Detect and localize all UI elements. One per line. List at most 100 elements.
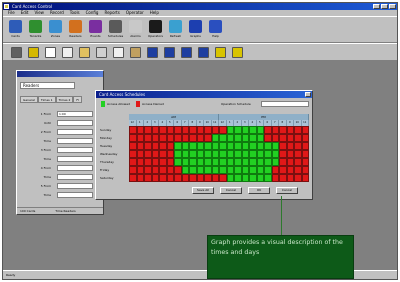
schedule-cell[interactable] [234, 134, 242, 142]
ok-button[interactable]: OK [248, 187, 270, 194]
tab-times-1[interactable]: Times 1 [37, 96, 56, 103]
schedule-cell[interactable] [219, 158, 227, 166]
schedule-cell[interactable] [189, 126, 197, 134]
schedule-cell[interactable] [151, 158, 159, 166]
schedule-cell[interactable] [249, 150, 257, 158]
schedule-cell[interactable] [301, 134, 309, 142]
schedule-cell[interactable] [211, 174, 219, 182]
close-button[interactable] [389, 4, 396, 9]
operators-button[interactable]: Operators [147, 18, 164, 41]
cards-button[interactable]: Cards [7, 18, 24, 41]
schedule-cell[interactable] [136, 134, 144, 142]
record-combo[interactable]: Readers [20, 82, 75, 89]
schedule-cell[interactable] [181, 158, 189, 166]
schedule-cell[interactable] [189, 134, 197, 142]
schedule-cell[interactable] [181, 150, 189, 158]
schedule-cell[interactable] [271, 142, 279, 150]
events-button[interactable]: Events [87, 18, 104, 41]
first-record-icon[interactable] [147, 46, 158, 58]
schedule-cell[interactable] [166, 158, 174, 166]
schedule-cell[interactable] [249, 126, 257, 134]
schedule-cell[interactable] [301, 166, 309, 174]
schedule-cell[interactable] [144, 150, 152, 158]
schedule-cell[interactable] [264, 134, 272, 142]
schedule-cell[interactable] [241, 150, 249, 158]
schedule-cell[interactable] [129, 142, 137, 150]
schedule-cell[interactable] [249, 142, 257, 150]
schedule-cell[interactable] [264, 126, 272, 134]
schedule-cell[interactable] [226, 158, 234, 166]
schedule-cell[interactable] [249, 158, 257, 166]
schedule-cell[interactable] [241, 134, 249, 142]
schedule-cell[interactable] [196, 150, 204, 158]
schedule-cell[interactable] [189, 174, 197, 182]
schedule-cell[interactable] [136, 150, 144, 158]
schedule-cell[interactable] [256, 158, 264, 166]
tab-general[interactable]: General [20, 96, 38, 103]
schedule-cell[interactable] [271, 174, 279, 182]
schedule-cell[interactable] [301, 142, 309, 150]
schedule-cell[interactable] [271, 158, 279, 166]
schedule-cell[interactable] [204, 158, 212, 166]
schedule-cell[interactable] [181, 174, 189, 182]
schedule-cell[interactable] [204, 134, 212, 142]
schedule-cell[interactable] [144, 126, 152, 134]
schedule-cell[interactable] [136, 142, 144, 150]
schedule-cell[interactable] [196, 158, 204, 166]
cancel-button[interactable]: Cancel [276, 187, 298, 194]
schedule-cell[interactable] [294, 174, 302, 182]
schedule-cell[interactable] [264, 166, 272, 174]
schedule-cell[interactable] [219, 134, 227, 142]
schedule-cell[interactable] [181, 126, 189, 134]
zones-button[interactable]: Zones [47, 18, 64, 41]
schedule-cell[interactable] [196, 134, 204, 142]
schedule-cell[interactable] [226, 126, 234, 134]
cancel-button[interactable]: Cancel [220, 187, 242, 194]
schedule-cell[interactable] [144, 174, 152, 182]
schedule-cell[interactable] [204, 166, 212, 174]
field-input[interactable] [57, 156, 93, 162]
schedule-cell[interactable] [211, 142, 219, 150]
schedule-cell[interactable] [301, 158, 309, 166]
schedule-cell[interactable] [174, 166, 182, 174]
tab-times-2[interactable]: Times 2 [55, 96, 74, 103]
schedule-cell[interactable] [271, 126, 279, 134]
schedule-cell[interactable] [174, 126, 182, 134]
graphs-button[interactable]: Graphs [187, 18, 204, 41]
schedule-cell[interactable] [279, 166, 287, 174]
schedule-cell[interactable] [264, 158, 272, 166]
schedule-cell[interactable] [241, 126, 249, 134]
schedule-cell[interactable] [174, 150, 182, 158]
schedule-cell[interactable] [129, 158, 137, 166]
help-button[interactable]: Help [207, 18, 224, 41]
schedule-cell[interactable] [136, 174, 144, 182]
schedule-cell[interactable] [189, 150, 197, 158]
field-input[interactable] [57, 165, 93, 171]
schedule-cell[interactable] [264, 174, 272, 182]
schedule-cell[interactable] [129, 174, 137, 182]
schedule-cell[interactable] [174, 158, 182, 166]
schedule-cell[interactable] [196, 142, 204, 150]
schedule-cell[interactable] [241, 166, 249, 174]
schedule-cell[interactable] [196, 174, 204, 182]
tab-fl[interactable]: Fl [73, 96, 82, 103]
schedule-cell[interactable] [294, 150, 302, 158]
minimize-button[interactable] [373, 4, 380, 9]
schedule-cell[interactable] [159, 142, 167, 150]
schedule-cell[interactable] [136, 126, 144, 134]
schedule-cell[interactable] [234, 174, 242, 182]
field-input[interactable] [57, 129, 93, 135]
schedule-cell[interactable] [204, 150, 212, 158]
new-icon[interactable] [62, 46, 73, 58]
schedule-cell[interactable] [129, 134, 137, 142]
schedule-cell[interactable] [151, 134, 159, 142]
refresh-button[interactable]: Refresh [167, 18, 184, 41]
schedule-cell[interactable] [226, 174, 234, 182]
monitor-icon[interactable] [11, 46, 22, 58]
schedule-cell[interactable] [226, 150, 234, 158]
schedule-cell[interactable] [234, 142, 242, 150]
schedule-cell[interactable] [159, 134, 167, 142]
schedule-cell[interactable] [294, 142, 302, 150]
schedule-cell[interactable] [219, 174, 227, 182]
field-input[interactable] [57, 138, 93, 144]
